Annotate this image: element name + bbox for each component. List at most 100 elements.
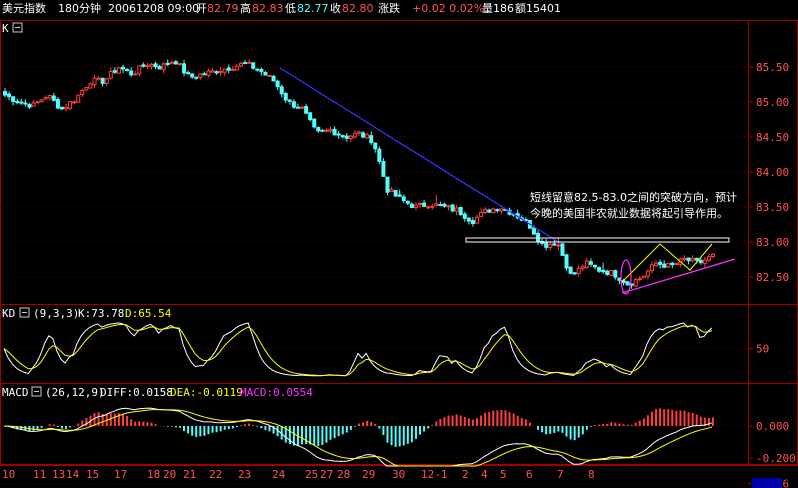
candle-body	[15, 100, 20, 104]
candle-body	[649, 264, 654, 272]
candle-body	[397, 194, 402, 197]
candle-body	[287, 99, 292, 102]
kd-label: KD	[2, 307, 15, 320]
candle-body	[332, 128, 337, 136]
candle-body	[64, 106, 69, 110]
candle-body	[584, 260, 589, 269]
candle-body	[316, 126, 321, 132]
candle-body	[324, 129, 329, 132]
candle-body	[165, 62, 170, 65]
candle-body	[487, 209, 492, 213]
candle-body	[690, 258, 695, 262]
kd-k-value: K:73.78	[78, 307, 124, 320]
candle-body	[413, 204, 418, 208]
macd-tick-label: 0.000	[756, 420, 789, 433]
price-tick-label: 85.50	[756, 61, 789, 74]
candle-body	[588, 261, 593, 265]
candle-body	[377, 148, 382, 162]
candle-body	[295, 106, 300, 109]
chart-canvas[interactable]: 85.50 85.00 84.50 84.00 83.50 83.00 82.50 50 0…	[0, 0, 798, 488]
candle-body	[320, 129, 325, 132]
highlight-ellipse	[620, 259, 632, 295]
downtrend-line	[279, 67, 561, 244]
candle-body	[145, 64, 150, 68]
candle-body	[169, 61, 174, 65]
candle-body	[430, 205, 435, 208]
candle-body	[682, 257, 687, 260]
candle-body	[186, 72, 191, 75]
price-tick-label: 84.50	[756, 131, 789, 144]
main-panel-label: K	[2, 22, 9, 35]
candle-body	[702, 259, 707, 264]
candle-body	[531, 227, 536, 235]
time-tick-label: 25	[305, 468, 318, 481]
candle-body	[654, 262, 659, 267]
candle-body	[556, 244, 561, 247]
candle-body	[568, 266, 573, 274]
candle-body	[674, 263, 679, 266]
candle-body	[381, 161, 386, 177]
time-tick-label: 8	[588, 468, 595, 481]
candle-body	[11, 96, 16, 102]
time-tick-label: 2	[462, 468, 469, 481]
time-axis: 10 11 13 14 15 17 18 20 21 22 23 24 25 27 28 29 30 12-1 2 4…	[2, 468, 595, 481]
resistance-level-box	[465, 237, 730, 243]
time-tick-label: 4	[481, 468, 488, 481]
candle-body	[344, 135, 349, 139]
annotation-line-2: 今晚的美国非农就业数据将起引导作用。	[530, 207, 728, 220]
candle-body	[234, 65, 239, 71]
candle-body	[267, 74, 272, 77]
candle-body	[153, 63, 158, 68]
candle-body	[194, 76, 199, 79]
candle-body	[572, 272, 577, 275]
candle-body	[483, 208, 488, 213]
time-tick-label: 13	[52, 468, 65, 481]
candle-body	[645, 270, 650, 277]
macd-last-value-box	[752, 478, 782, 488]
candle-body	[389, 189, 394, 192]
candlestick-series	[3, 59, 715, 289]
candle-body	[210, 70, 215, 73]
candle-body	[466, 217, 471, 222]
candle-body	[308, 112, 313, 121]
candle-body	[625, 281, 630, 286]
panel-labels: K KD (9,3,3) K:73.78 D:65.54 MACD (26,12…	[2, 22, 313, 399]
candle-body	[43, 97, 48, 100]
candle-body	[271, 75, 276, 82]
time-tick-label: 5	[500, 468, 507, 481]
candle-body	[706, 256, 711, 261]
candle-body	[409, 203, 414, 209]
time-tick-label: 20	[163, 468, 176, 481]
candle-body	[218, 70, 223, 74]
price-tick-label: 82.50	[756, 271, 789, 284]
candle-body	[206, 70, 211, 76]
candle-body	[491, 208, 496, 214]
candle-body	[662, 263, 667, 268]
candle-body	[137, 65, 142, 75]
kd-tick-label: 50	[756, 343, 769, 356]
candle-body	[369, 135, 374, 144]
candle-body	[304, 106, 309, 114]
candle-body	[76, 94, 81, 103]
time-tick-label: 21	[183, 468, 196, 481]
time-tick-label: 18	[147, 468, 160, 481]
macd-diff-value: DIFF:0.0158	[100, 386, 173, 399]
candle-body	[462, 213, 467, 219]
candle-body	[255, 68, 260, 71]
candle-body	[173, 61, 178, 65]
candle-body	[609, 269, 614, 276]
annotation-line-1: 短线留意82.5-83.0之间的突破方向，预计	[530, 191, 737, 204]
candle-body	[88, 83, 93, 89]
time-tick-label: 23	[238, 468, 251, 481]
candle-body	[495, 209, 500, 212]
panel-frames	[0, 20, 798, 466]
candle-body	[182, 63, 187, 74]
candle-body	[177, 63, 182, 66]
candle-body	[161, 63, 166, 71]
candle-body	[68, 101, 73, 109]
price-axis: 85.50 85.00 84.50 84.00 83.50 83.00 82.50	[748, 61, 789, 284]
chart-window: 美元指数 180分钟 20061208 09:00 开 82.79 高 82.8…	[0, 0, 798, 488]
candle-body	[3, 91, 7, 96]
candle-body	[141, 64, 146, 67]
candle-body	[560, 243, 565, 256]
